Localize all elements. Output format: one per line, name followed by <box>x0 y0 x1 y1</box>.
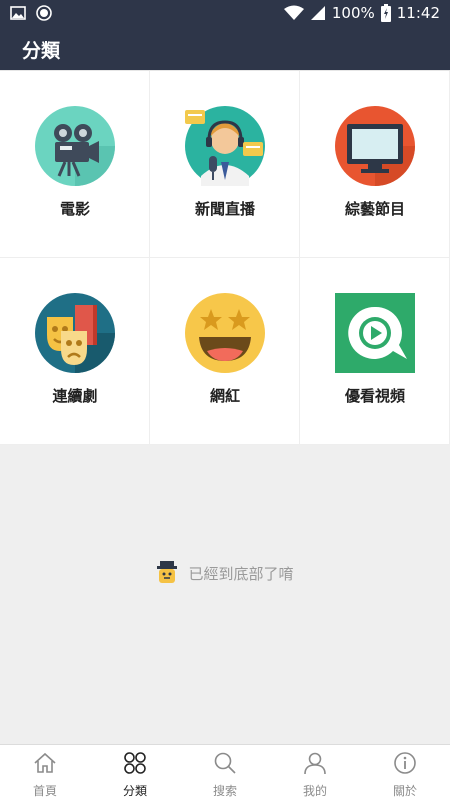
category-label: 網紅 <box>209 387 240 405</box>
page-title: 分類 <box>22 40 61 62</box>
status-bar: 100% 11:42 <box>0 0 450 28</box>
tab-category[interactable]: 分類 <box>90 745 180 800</box>
info-icon <box>394 752 416 774</box>
signal-icon <box>310 6 325 20</box>
tab-me[interactable]: 我的 <box>270 745 360 800</box>
tab-search[interactable]: 搜索 <box>180 745 270 800</box>
youkan-play-logo-icon <box>335 293 415 373</box>
category-variety-show[interactable]: 綜藝節目 <box>300 71 450 258</box>
movie-camera-icon <box>35 106 115 186</box>
grid-icon <box>124 752 146 774</box>
category-grid: 電影 新聞直播 綜藝節目 連續劇 網紅 優看視頻 <box>0 70 450 445</box>
app-bar: 分類 <box>0 28 450 70</box>
user-icon <box>304 752 326 775</box>
end-of-list-text: 已經到底部了唷 <box>188 564 294 583</box>
category-news-live[interactable]: 新聞直播 <box>150 71 300 258</box>
category-drama[interactable]: 連續劇 <box>0 258 150 445</box>
category-label: 連續劇 <box>52 387 98 405</box>
category-movie[interactable]: 電影 <box>0 71 150 258</box>
category-label: 新聞直播 <box>194 200 255 218</box>
mascot-icon <box>157 561 178 583</box>
drama-masks-icon <box>35 293 115 373</box>
tab-label: 我的 <box>302 784 327 798</box>
tab-label: 分類 <box>122 784 147 798</box>
tab-about[interactable]: 關於 <box>360 745 450 800</box>
clock: 11:42 <box>396 4 440 22</box>
image-icon <box>10 6 26 20</box>
battery-level: 100% <box>331 4 375 22</box>
end-of-list-note: 已經到底部了唷 <box>0 560 450 586</box>
news-anchor-icon <box>185 106 265 186</box>
category-label: 電影 <box>59 200 90 218</box>
battery-icon <box>380 4 391 22</box>
wifi-icon <box>283 5 304 20</box>
tab-label: 首頁 <box>32 784 57 798</box>
category-youkan-video[interactable]: 優看視頻 <box>300 258 450 445</box>
category-influencer[interactable]: 網紅 <box>150 258 300 445</box>
tab-label: 關於 <box>392 784 417 798</box>
tab-label: 搜索 <box>212 784 237 798</box>
tab-home[interactable]: 首頁 <box>0 745 90 800</box>
record-icon <box>36 5 52 21</box>
category-label: 優看視頻 <box>344 387 405 405</box>
search-icon <box>214 752 236 774</box>
bottom-tab-bar: 首頁 分類 搜索 我的 關於 <box>0 744 450 800</box>
tv-screen-icon <box>335 106 415 186</box>
star-eyes-emoji-icon <box>185 293 265 373</box>
category-label: 綜藝節目 <box>344 200 405 218</box>
home-icon <box>34 752 56 773</box>
